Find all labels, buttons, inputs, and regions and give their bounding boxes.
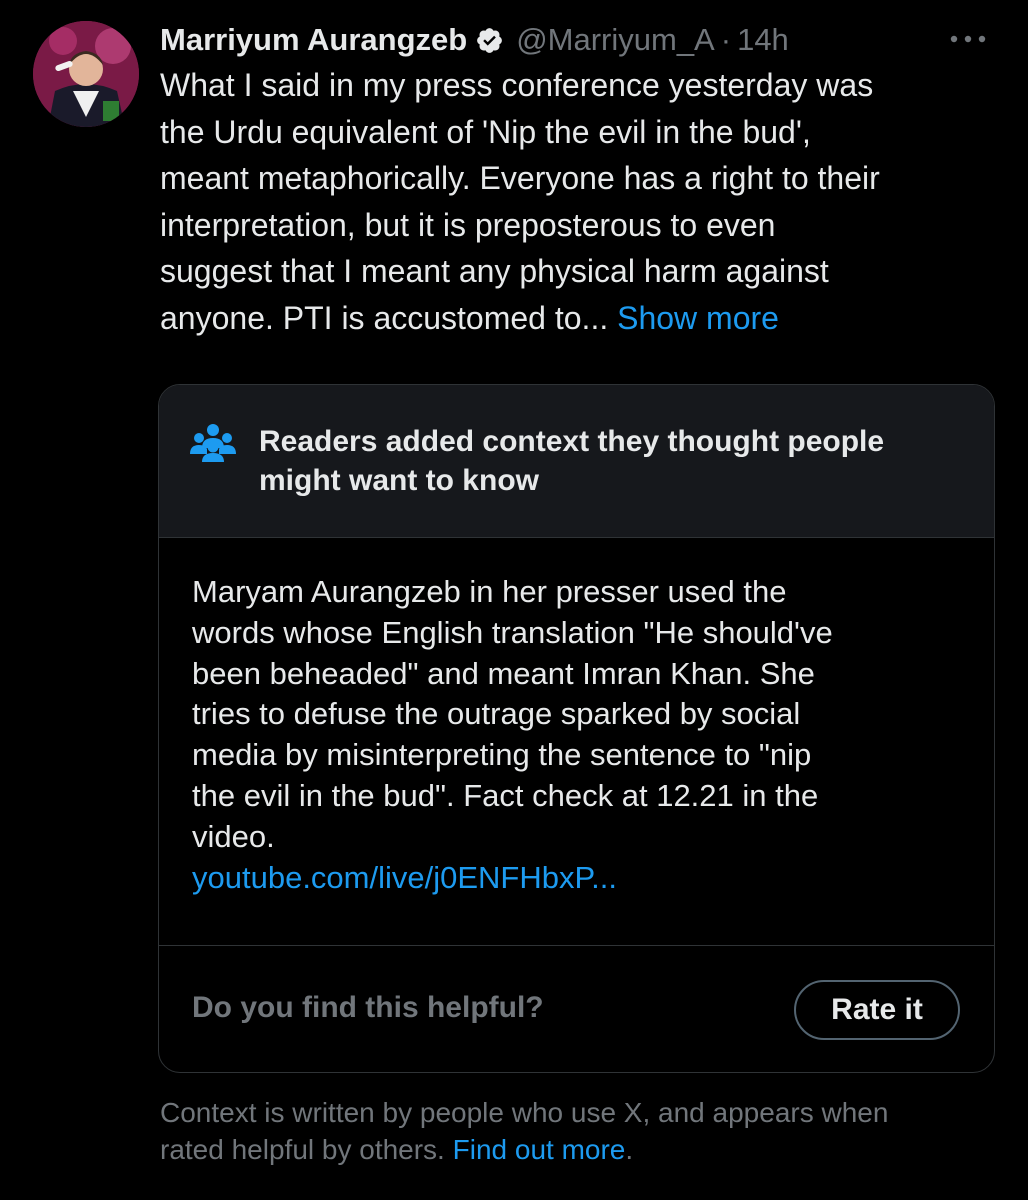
note-body-line: media by misinterpreting the sentence to… [192,737,812,773]
tweet-header: Marriyum Aurangzeb @Marriyum_A · 14h [160,18,789,62]
tweet-text-line: meant metaphorically. Everyone has a rig… [160,160,880,197]
tweet-text-line: What I said in my press conference yeste… [160,67,874,103]
disclaimer-line-suffix: . [625,1134,634,1165]
avatar[interactable] [33,21,139,127]
tweet-text: What I said in my press conference yeste… [160,62,1000,342]
separator-dot: · [720,22,732,57]
community-note-card: Readers added context they thought peopl… [158,384,995,1073]
helpful-question: Do you find this helpful? [192,991,544,1024]
note-body-line: tries to defuse the outrage sparked by s… [192,696,801,732]
tweet-text-line: the Urdu equivalent of 'Nip the evil in … [160,113,811,150]
find-out-more-link[interactable]: Find out more [453,1134,626,1165]
disclaimer-line-2: rated helpful by others. Find out more. [160,1131,1000,1168]
note-body-line: been beheaded" and meant Imran Khan. She [192,655,815,691]
community-note-header: Readers added context they thought peopl… [159,385,994,538]
tweet-text-line: suggest that I meant any physical harm a… [160,253,829,290]
rate-it-button[interactable]: Rate it [794,980,960,1040]
display-name[interactable]: Marriyum Aurangzeb [160,22,467,58]
more-horizontal-icon[interactable] [946,24,990,54]
note-divider [159,945,994,946]
note-body-line: the evil in the bud". Fact check at 12.2… [192,777,819,813]
tweet-text-line: interpretation, but it is preposterous t… [160,206,776,243]
verified-badge-icon [475,26,504,55]
note-body-line: words whose English translation "He shou… [192,614,833,650]
disclaimer-line: Context is written by people who use X, … [160,1097,889,1128]
tweet-text-line: anyone. PTI is accustomed to... [160,299,618,336]
community-note-disclaimer: Context is written by people who use X, … [160,1094,1000,1168]
note-title-line: might want to know [259,463,539,497]
community-note-title: Readers added context they thought peopl… [259,423,979,500]
note-source-link[interactable]: youtube.com/live/j0ENFHbxP... [192,860,617,895]
community-note-body: Maryam Aurangzeb in her presser used the… [192,572,982,898]
note-body-line: video. [192,818,275,854]
tweet-text-last-line: anyone. PTI is accustomed to... Show mor… [160,295,1000,342]
note-title-line: Readers added context they thought peopl… [259,425,885,458]
disclaimer-line-prefix: rated helpful by others. [160,1134,453,1165]
timestamp[interactable]: 14h [737,22,789,58]
clipped-previous-content [0,0,1028,6]
show-more-link[interactable]: Show more [617,300,779,336]
people-group-icon [190,422,236,462]
note-body-line: Maryam Aurangzeb in her presser used the [192,574,787,609]
handle[interactable]: @Marriyum_A [516,22,715,58]
